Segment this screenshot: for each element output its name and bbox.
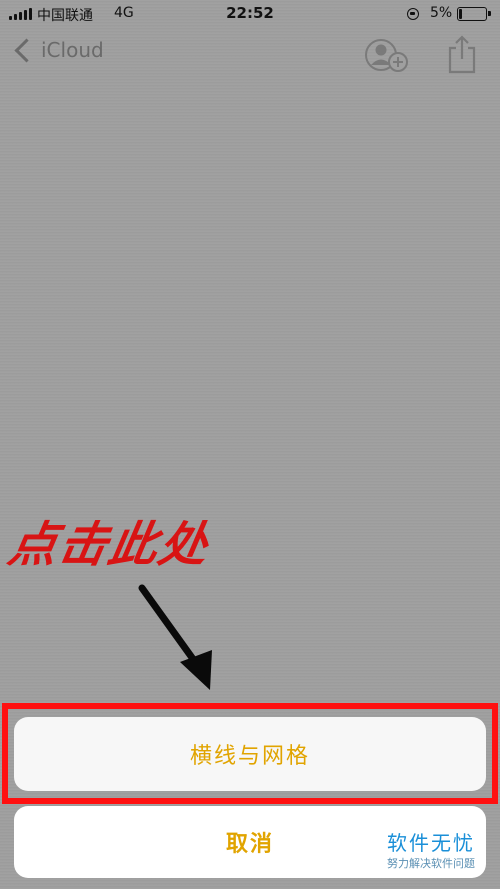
status-time: 22:52 [226, 4, 274, 22]
annotation-arrow-icon [138, 584, 212, 690]
watermark-logo: 软件无忧 努力解决软件问题 [376, 830, 486, 872]
chevron-left-icon [14, 37, 39, 63]
status-bar: 中国联通 4G 22:52 5% [0, 0, 500, 30]
battery-icon [457, 7, 491, 21]
orientation-lock-icon [407, 8, 419, 20]
share-icon[interactable] [446, 34, 478, 74]
add-person-icon[interactable] [364, 36, 410, 74]
back-button[interactable]: iCloud [12, 37, 104, 63]
notes-screen: 中国联通 4G 22:52 5% iCloud 点击此处 横线与网格 取消 软件… [0, 0, 500, 889]
watermark-subtitle: 努力解决软件问题 [387, 857, 475, 870]
back-button-label: iCloud [41, 38, 104, 62]
nav-bar: iCloud [0, 30, 500, 80]
highlight-frame [2, 703, 498, 804]
watermark-title: 软件无忧 [387, 831, 475, 855]
battery-percent: 5% [430, 5, 453, 21]
annotation-click-here: 点击此处 [4, 517, 215, 573]
